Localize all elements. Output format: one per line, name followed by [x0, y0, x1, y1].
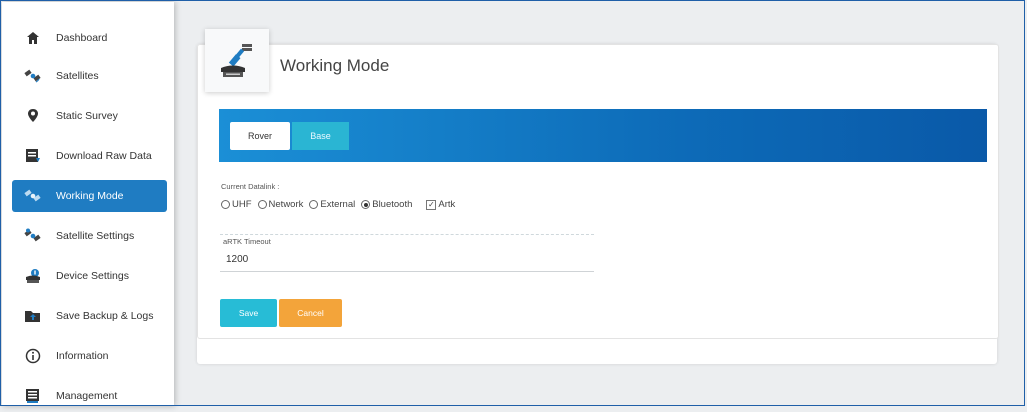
radio-button[interactable]	[309, 200, 319, 209]
download-icon	[22, 146, 44, 166]
page-title: Working Mode	[280, 56, 390, 75]
backup-icon	[22, 306, 44, 326]
sidebar-item-label: Satellites	[56, 70, 99, 82]
tab-base[interactable]: Base	[292, 122, 349, 150]
sidebar-item-device-settings[interactable]: Device Settings	[12, 260, 167, 292]
sidebar-item-label: Download Raw Data	[56, 150, 152, 162]
device-settings-icon	[22, 266, 44, 286]
info-icon	[22, 346, 44, 366]
checkbox-label: Artk	[438, 199, 456, 210]
home-icon	[22, 28, 44, 48]
sidebar-item-satellite-settings[interactable]: Satellite Settings	[12, 220, 167, 252]
sidebar-item-download-raw-data[interactable]: Download Raw Data	[12, 140, 167, 172]
sidebar-item-satellites[interactable]: Satellites	[12, 60, 167, 92]
datalink-option-uhf[interactable]: UHF	[221, 199, 252, 210]
sidebar-item-management[interactable]: Management	[12, 380, 167, 412]
sidebar-item-save-backup-logs[interactable]: Save Backup & Logs	[12, 300, 167, 332]
sidebar-item-label: Working Mode	[56, 190, 124, 202]
cancel-button[interactable]: Cancel	[279, 299, 342, 327]
sidebar-item-information[interactable]: Information	[12, 340, 167, 372]
radio-button[interactable]	[257, 200, 267, 209]
sidebar-item-label: Device Settings	[56, 270, 129, 282]
sidebar-item-label: Management	[56, 390, 118, 402]
option-label: Bluetooth	[372, 199, 413, 210]
sidebar: Dashboard Satellites Static Survey Downl…	[2, 2, 174, 406]
option-label: UHF	[232, 199, 252, 210]
management-icon	[22, 386, 44, 406]
sidebar-item-label: Dashboard	[56, 32, 108, 44]
satellite-icon	[22, 66, 44, 86]
option-label: External	[320, 199, 356, 210]
sidebar-item-dashboard[interactable]: Dashboard	[12, 22, 167, 54]
checkbox-checked-icon[interactable]: ✓	[426, 199, 437, 210]
sidebar-item-working-mode[interactable]: Working Mode	[12, 180, 167, 212]
sidebar-item-static-survey[interactable]: Static Survey	[12, 100, 167, 132]
artk-checkbox[interactable]: ✓ Artk	[426, 199, 455, 210]
save-button[interactable]: Save	[220, 299, 277, 327]
sidebar-item-label: Static Survey	[56, 110, 118, 122]
radio-button-selected[interactable]	[361, 200, 371, 209]
artk-timeout-field[interactable]	[220, 234, 594, 272]
sidebar-item-label: Information	[56, 350, 109, 362]
datalink-option-bluetooth[interactable]: Bluetooth	[361, 199, 412, 210]
artk-timeout-input[interactable]: 1200	[226, 254, 248, 265]
datalink-option-network[interactable]: Network	[257, 199, 304, 210]
tab-rover[interactable]: Rover	[230, 122, 290, 150]
datalink-label: Current Datalink :	[221, 182, 280, 191]
working-mode-icon	[205, 29, 269, 92]
form-card	[197, 44, 999, 339]
sidebar-item-label: Save Backup & Logs	[56, 310, 154, 322]
location-pin-icon	[22, 106, 44, 126]
artk-timeout-label: aRTK Timeout	[223, 237, 271, 246]
sidebar-item-label: Satellite Settings	[56, 230, 135, 242]
option-label: Network	[268, 199, 304, 210]
satellite-settings-icon	[22, 226, 44, 246]
datalink-options: UHF Network External Bluetooth ✓ Artk	[221, 199, 461, 210]
satellite-icon	[22, 186, 44, 206]
radio-button[interactable]	[221, 200, 230, 209]
datalink-option-external[interactable]: External	[309, 199, 355, 210]
